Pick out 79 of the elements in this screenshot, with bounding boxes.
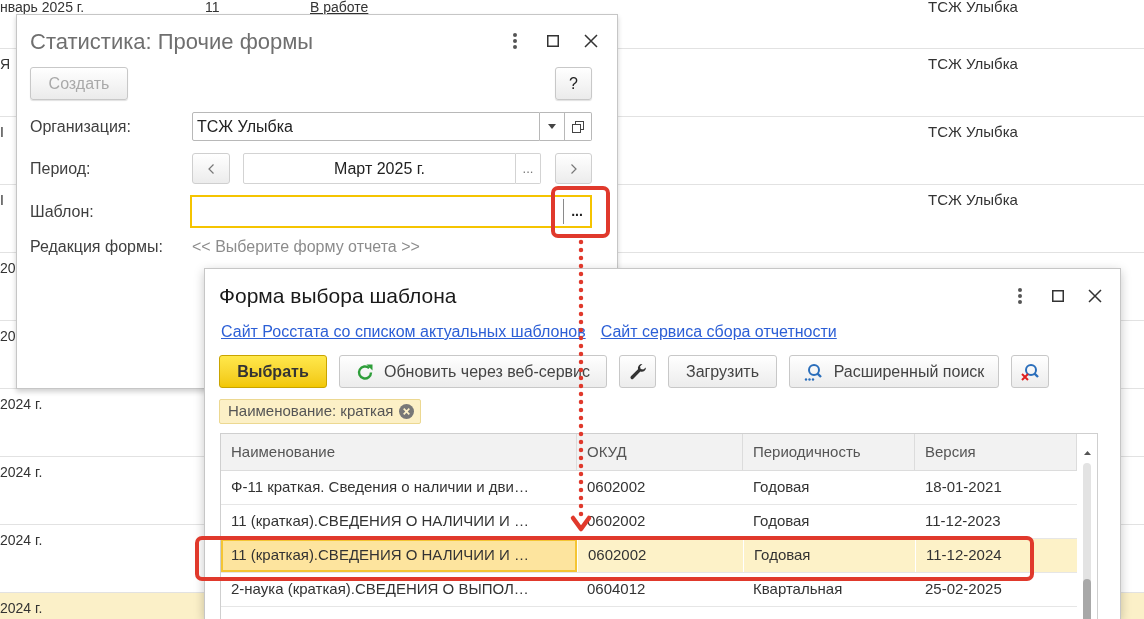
period-text: 2024 г.	[0, 600, 43, 616]
period-text: 20	[0, 260, 16, 276]
period-text: 2024 г.	[0, 396, 43, 412]
period-field[interactable]: Март 2025 г.	[243, 153, 516, 184]
organization-text: ТСЖ Улыбка	[928, 55, 1018, 72]
organization-text: ТСЖ Улыбка	[928, 123, 1018, 140]
scroll-up-icon[interactable]	[1083, 451, 1091, 455]
dropdown-button[interactable]	[540, 112, 565, 141]
maximize-icon[interactable]	[1052, 289, 1064, 302]
scrollbar-thumb[interactable]	[1083, 579, 1091, 619]
field-label: Организация:	[30, 117, 131, 135]
field-label: Период:	[30, 159, 91, 177]
name-text: 11 (краткая).СВЕДЕНИЯ О НАЛИЧИИ И …	[231, 545, 529, 566]
version-text: 11-12-2023	[925, 511, 1001, 532]
period-text: 2024 г.	[0, 532, 43, 548]
column-header[interactable]: Версия	[915, 434, 1077, 470]
organization-text: ТСЖ Улыбка	[928, 0, 1018, 15]
window-title: Статистика: Прочие формы	[30, 27, 314, 56]
code-text: 0604012	[587, 579, 646, 600]
close-icon[interactable]	[1088, 288, 1102, 303]
highlight-frame	[551, 186, 610, 238]
column-header[interactable]: ОКУД	[577, 434, 743, 470]
choice-button[interactable]: ...	[563, 199, 590, 224]
overlapping-squares-icon	[572, 120, 584, 133]
refresh-button[interactable]: Обновить через веб-сервис	[339, 355, 607, 388]
help-button[interactable]: ?	[555, 67, 592, 100]
periodicity-text: Квартальная	[753, 579, 843, 600]
version-text: 18-01-2021	[925, 477, 1002, 498]
chevron-right-icon	[570, 163, 577, 174]
load-button[interactable]: Загрузить	[668, 355, 777, 388]
number-text: 11	[205, 0, 220, 15]
status-link[interactable]: В работе	[310, 0, 369, 15]
filter-label: Наименование: краткая	[228, 401, 394, 422]
chevron-left-icon	[208, 163, 214, 174]
close-icon[interactable]	[584, 34, 598, 48]
period-text: 20	[0, 328, 16, 344]
clear-search-button[interactable]	[1011, 355, 1049, 388]
more-icon[interactable]	[1018, 287, 1022, 304]
period-text: I	[0, 192, 4, 208]
code-text: 0602002	[588, 545, 647, 566]
open-button[interactable]	[565, 112, 592, 141]
name-text: Ф-11 краткая. Сведения о наличии и дви…	[231, 477, 529, 498]
period-text: 2024 г.	[0, 464, 43, 480]
organization-text: ТСЖ Улыбка	[928, 191, 1018, 208]
more-icon[interactable]	[513, 33, 517, 49]
period-text: I	[0, 124, 4, 140]
search-icon	[803, 362, 822, 381]
wrench-icon	[628, 362, 647, 381]
select-field[interactable]: ТСЖ Улыбка	[192, 112, 540, 141]
period-text: нварь 2025 г.	[0, 0, 85, 15]
caret-icon	[548, 124, 556, 129]
period-text: Я	[0, 56, 11, 72]
field-label: Шаблон:	[30, 202, 94, 220]
select-button[interactable]: Выбрать	[219, 355, 327, 388]
window-title: Форма выбора шаблона	[219, 282, 457, 309]
settings-button[interactable]	[619, 355, 656, 388]
periodicity-text: Годовая	[753, 511, 810, 532]
close-circle-icon[interactable]	[399, 404, 415, 419]
table-row[interactable]: 11 (краткая).СВЕДЕНИЯ О НАЛИЧИИ И … 0602002 Годовая 11-12-2024	[221, 539, 1077, 573]
name-text: 11 (краткая).СВЕДЕНИЯ О НАЛИЧИИ И …	[231, 511, 529, 532]
code-text: 0602002	[587, 477, 646, 498]
website-link[interactable]: Сайт сервиса сбора отчетности	[600, 320, 837, 344]
version-text: 11-12-2024	[926, 545, 1002, 566]
column-header[interactable]: Наименование	[221, 434, 577, 470]
version-text: 25-02-2025	[925, 579, 1002, 600]
hint-text: << Выберите форму отчета >>	[192, 236, 420, 257]
search-clear-icon	[1021, 362, 1039, 381]
periodicity-text: Годовая	[754, 545, 811, 566]
maximize-icon[interactable]	[547, 35, 559, 47]
name-text: 2-наука (краткая).СВЕДЕНИЯ О ВЫПОЛ…	[231, 579, 529, 600]
periodicity-text: Годовая	[753, 477, 810, 498]
code-text: 0602002	[587, 511, 646, 532]
column-header[interactable]: Периодичность	[743, 434, 915, 470]
website-link[interactable]: Сайт Росстата со списком актуальных шаблонов	[221, 320, 586, 344]
choice-button[interactable]: ...	[516, 153, 541, 184]
field-label: Редакция формы:	[30, 237, 163, 255]
template-field[interactable]: ...	[190, 195, 592, 228]
advanced-search-button[interactable]: Расширенный поиск	[789, 355, 999, 388]
refresh-icon	[355, 362, 374, 381]
